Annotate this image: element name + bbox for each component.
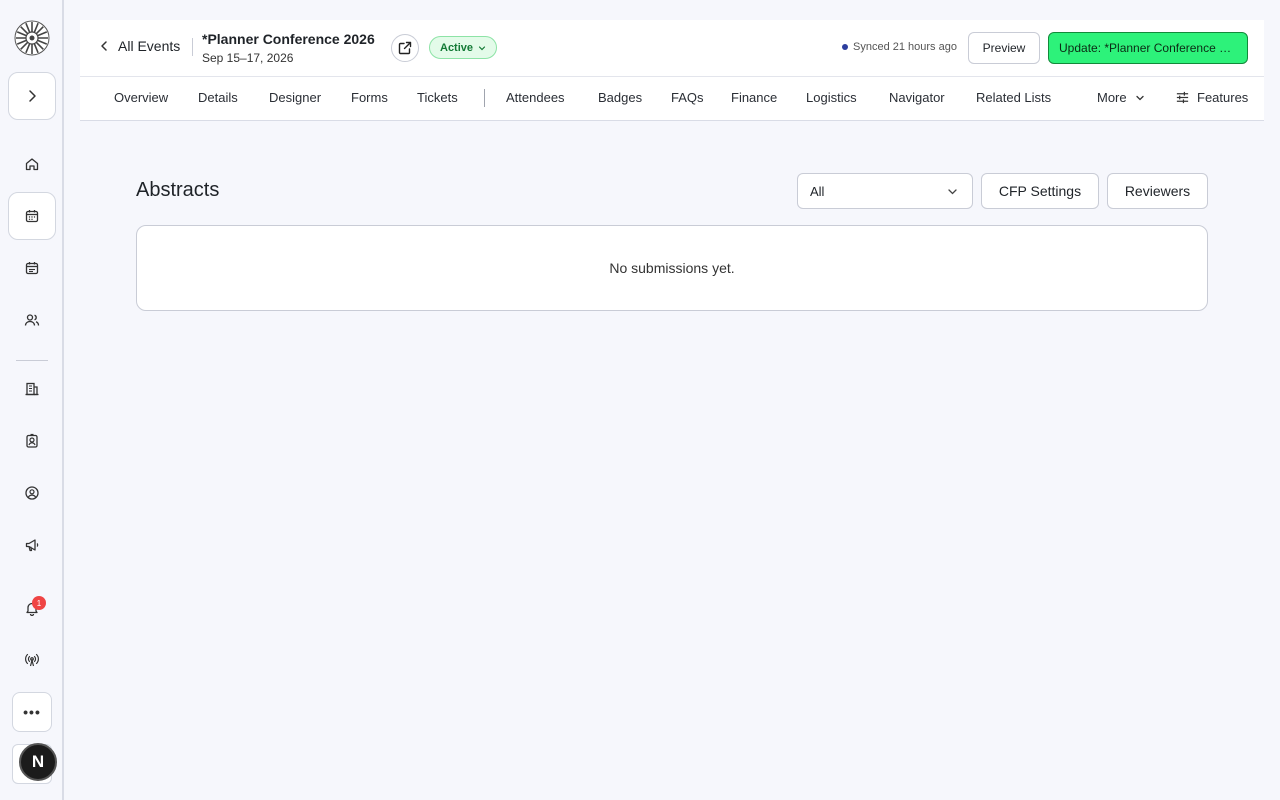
tab-navigator[interactable]: Navigator bbox=[889, 90, 945, 105]
page-title: Abstracts bbox=[136, 179, 220, 201]
header-divider bbox=[192, 38, 193, 56]
chevron-left-icon bbox=[101, 41, 107, 51]
home-icon[interactable] bbox=[20, 152, 44, 176]
notification-badge: 1 bbox=[32, 596, 46, 610]
tab-designer[interactable]: Designer bbox=[269, 90, 321, 105]
tab-attendees[interactable]: Attendees bbox=[506, 90, 565, 105]
open-external-button[interactable] bbox=[391, 34, 419, 62]
sidebar-divider bbox=[16, 360, 48, 361]
back-to-all-events-link[interactable]: All Events bbox=[98, 38, 180, 54]
status-filter-select[interactable]: All bbox=[797, 173, 973, 209]
calendar-icon bbox=[25, 210, 39, 223]
preview-button[interactable]: Preview bbox=[968, 32, 1040, 64]
event-title: *Planner Conference 2026 bbox=[202, 31, 375, 47]
tab-faqs[interactable]: FAQs bbox=[671, 90, 704, 105]
sync-dot-icon bbox=[842, 44, 848, 50]
contact-card-icon[interactable] bbox=[20, 429, 44, 453]
user-circle-icon[interactable] bbox=[20, 481, 44, 505]
sliders-icon bbox=[1176, 91, 1189, 104]
cfp-settings-button[interactable]: CFP Settings bbox=[981, 173, 1099, 209]
tab-overview[interactable]: Overview bbox=[114, 90, 168, 105]
sidebar-expand-button[interactable] bbox=[8, 72, 56, 120]
event-header: All Events *Planner Conference 2026 Sep … bbox=[80, 20, 1264, 76]
tab-forms[interactable]: Forms bbox=[351, 90, 388, 105]
building-icon[interactable] bbox=[20, 377, 44, 401]
calendar-schedule-icon[interactable] bbox=[20, 256, 44, 280]
sidebar: 1 ••• N bbox=[0, 0, 64, 800]
back-link-label: All Events bbox=[118, 38, 181, 54]
tab-more-dropdown[interactable]: More bbox=[1097, 90, 1145, 105]
chevron-down-icon bbox=[1135, 95, 1144, 100]
tab-tickets[interactable]: Tickets bbox=[417, 90, 458, 105]
ellipsis-icon: ••• bbox=[23, 704, 41, 720]
megaphone-icon[interactable] bbox=[20, 533, 44, 557]
external-link-icon bbox=[398, 41, 412, 55]
status-label: Active bbox=[440, 41, 474, 54]
chevron-down-icon bbox=[478, 45, 486, 50]
features-button[interactable]: Features bbox=[1175, 90, 1248, 105]
tab-badges[interactable]: Badges bbox=[598, 90, 642, 105]
tab-related-lists[interactable]: Related Lists bbox=[976, 90, 1051, 105]
submissions-empty-state: No submissions yet. bbox=[136, 225, 1208, 311]
filter-value: All bbox=[810, 183, 825, 199]
chevron-right-icon bbox=[29, 90, 36, 102]
more-options-button[interactable]: ••• bbox=[12, 692, 52, 732]
event-date: Sep 15–17, 2026 bbox=[202, 51, 294, 65]
sync-text: Synced 21 hours ago bbox=[853, 41, 957, 53]
users-icon[interactable] bbox=[20, 308, 44, 332]
tab-finance[interactable]: Finance bbox=[731, 90, 777, 105]
empty-message: No submissions yet. bbox=[609, 260, 735, 276]
chevron-down-icon bbox=[948, 188, 957, 194]
avatar[interactable]: N bbox=[19, 743, 57, 781]
features-label: Features bbox=[1197, 90, 1249, 105]
sidebar-item-events[interactable] bbox=[8, 192, 56, 240]
event-tabs: Overview Details Designer Forms Tickets … bbox=[80, 76, 1264, 121]
update-button-label: Update: *Planner Conference 2026 bbox=[1059, 41, 1237, 55]
update-button[interactable]: Update: *Planner Conference 2026 bbox=[1048, 32, 1248, 64]
sync-status: Synced 21 hours ago bbox=[842, 41, 957, 53]
app-logo-icon[interactable] bbox=[14, 20, 50, 56]
broadcast-icon[interactable] bbox=[20, 648, 44, 672]
tab-details[interactable]: Details bbox=[198, 90, 238, 105]
tab-logistics[interactable]: Logistics bbox=[806, 90, 857, 105]
tab-more-label: More bbox=[1097, 90, 1127, 105]
tab-divider bbox=[484, 89, 485, 107]
status-badge[interactable]: Active bbox=[429, 36, 498, 59]
reviewers-button[interactable]: Reviewers bbox=[1107, 173, 1208, 209]
